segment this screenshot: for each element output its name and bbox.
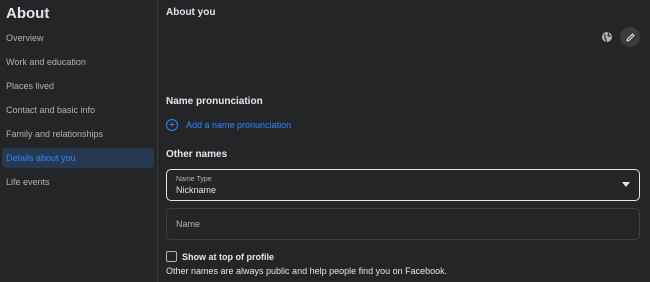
other-names-title: Other names	[166, 149, 228, 160]
other-names-helper-text: Other names are always public and help p…	[166, 266, 448, 276]
sidebar: About Overview Work and education Places…	[0, 0, 157, 282]
globe-icon[interactable]	[597, 27, 617, 47]
add-name-pronunciation-label: Add a name pronunciation	[186, 120, 292, 130]
main-content: About you Name pronunciation + Add a nam…	[158, 0, 650, 282]
sidebar-item-work-education[interactable]: Work and education	[2, 52, 154, 72]
name-type-label: Name Type	[176, 176, 212, 183]
sidebar-item-places-lived[interactable]: Places lived	[2, 76, 154, 96]
show-at-top-checkbox[interactable]	[166, 251, 177, 262]
name-input[interactable]	[167, 209, 639, 239]
name-field[interactable]	[166, 208, 640, 240]
sidebar-title: About	[6, 5, 50, 22]
sidebar-item-life-events[interactable]: Life events	[2, 172, 154, 192]
name-type-value: Nickname	[176, 185, 217, 195]
about-you-title: About you	[166, 7, 216, 18]
show-at-top-row[interactable]: Show at top of profile	[166, 251, 274, 262]
plus-circle-icon: +	[166, 119, 178, 131]
name-type-select[interactable]: Name Type Nickname	[166, 169, 640, 201]
edit-pencil-icon[interactable]	[620, 27, 640, 47]
sidebar-item-overview[interactable]: Overview	[2, 28, 154, 48]
sidebar-item-family-relationships[interactable]: Family and relationships	[2, 124, 154, 144]
name-pronunciation-title: Name pronunciation	[166, 96, 263, 107]
show-at-top-label: Show at top of profile	[182, 251, 274, 262]
caret-down-icon	[622, 182, 630, 187]
add-name-pronunciation-button[interactable]: + Add a name pronunciation	[166, 117, 291, 133]
sidebar-item-contact-info[interactable]: Contact and basic info	[2, 100, 154, 120]
sidebar-item-details-about-you[interactable]: Details about you	[2, 148, 154, 168]
